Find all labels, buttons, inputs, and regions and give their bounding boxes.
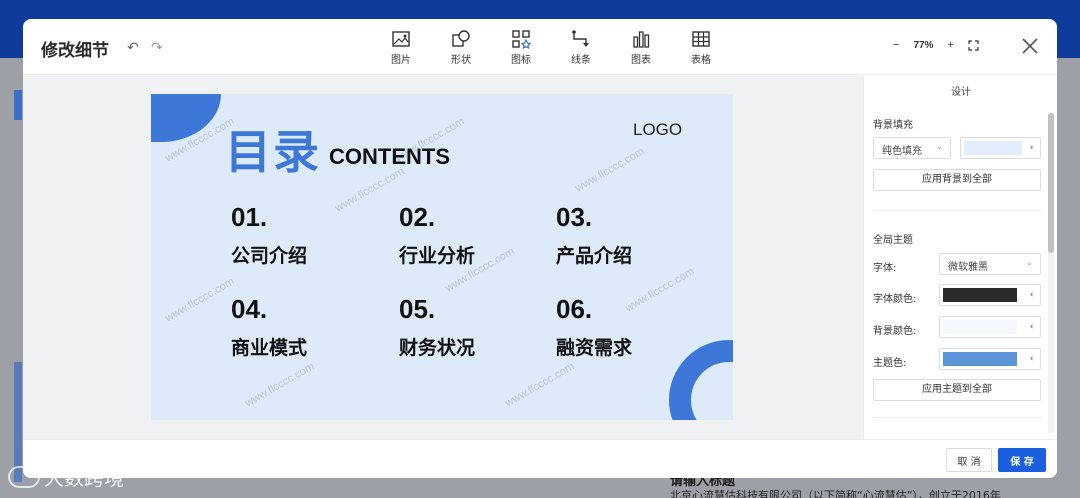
design-panel: 设计 背景填充 纯色填充 ⌄ ◐ 应用背景到全部 全局主题 字体: 微软雅黑 ⌄… bbox=[863, 75, 1057, 439]
font-select[interactable]: 微软雅黑 ⌄ bbox=[939, 253, 1041, 275]
tool-line[interactable]: 线条 bbox=[551, 29, 611, 66]
color-picker-icon: ◐ bbox=[1029, 353, 1035, 363]
zoom-out-button[interactable]: − bbox=[893, 39, 899, 51]
toc-label: 商业模式 bbox=[231, 337, 308, 359]
slide-preview[interactable]: www.flcccc.com www.flcccc.com www.flcccc… bbox=[151, 94, 733, 420]
bar-chart-icon bbox=[633, 31, 650, 48]
toc-number: 01. bbox=[231, 202, 268, 232]
background-decoration bbox=[14, 90, 22, 120]
tool-shape-label: 形状 bbox=[451, 55, 471, 66]
fullscreen-icon[interactable] bbox=[968, 39, 979, 51]
tool-icon-label: 图标 bbox=[511, 55, 531, 66]
slide-logo: LOGO bbox=[633, 120, 683, 139]
panel-divider bbox=[873, 417, 1041, 418]
color-swatch bbox=[943, 320, 1017, 334]
color-picker-icon: ◐ bbox=[1029, 289, 1035, 299]
zoom-in-button[interactable]: + bbox=[947, 39, 953, 51]
image-icon bbox=[392, 31, 410, 47]
bg-fill-color-picker[interactable]: ◐ bbox=[960, 137, 1041, 159]
toc-label: 公司介绍 bbox=[231, 245, 308, 267]
color-swatch bbox=[943, 288, 1017, 302]
zoom-controls: − 77% + bbox=[893, 39, 979, 51]
fill-type-select[interactable]: 纯色填充 ⌄ bbox=[873, 137, 951, 159]
connector-icon bbox=[572, 30, 589, 47]
cancel-button[interactable]: 取 消 bbox=[946, 448, 992, 472]
slide-watermark: www.flcccc.com bbox=[503, 360, 577, 410]
toc-item: 01. 公司介绍 bbox=[231, 202, 307, 268]
shape-icon bbox=[452, 30, 470, 47]
color-picker-icon: ◐ bbox=[1029, 321, 1035, 331]
theme-color-picker[interactable]: ◐ bbox=[939, 348, 1041, 370]
panel-title: 设计 bbox=[951, 87, 971, 98]
slide-watermark: www.flcccc.com bbox=[243, 360, 317, 410]
slide-watermark: www.flcccc.com bbox=[333, 165, 407, 215]
font-color-picker[interactable]: ◐ bbox=[939, 284, 1041, 306]
slide-watermark: www.flcccc.com bbox=[163, 275, 237, 325]
tool-image[interactable]: 图片 bbox=[371, 29, 431, 66]
toc-item: 04. 商业模式 bbox=[231, 294, 307, 360]
bg-color-picker[interactable]: ◐ bbox=[939, 316, 1041, 338]
toc-number: 06. bbox=[556, 294, 593, 324]
edit-details-modal: 修改细节 ↶ ↷ 图片 形状 图标 线条 图表 表格 − 77% + www.f… bbox=[23, 19, 1057, 478]
table-icon bbox=[692, 31, 710, 47]
chevron-down-icon: ⌄ bbox=[1025, 258, 1033, 268]
scrollbar-thumb[interactable] bbox=[1048, 113, 1054, 253]
font-color-label: 字体颜色: bbox=[873, 294, 917, 305]
color-picker-icon: ◐ bbox=[1029, 142, 1035, 152]
insert-toolbar: 图片 形状 图标 线条 图表 表格 bbox=[371, 29, 731, 66]
color-swatch bbox=[964, 141, 1022, 155]
tool-chart[interactable]: 图表 bbox=[611, 29, 671, 66]
font-value: 微软雅黑 bbox=[948, 262, 988, 273]
tool-table-label: 表格 bbox=[691, 55, 711, 66]
slide-subheading: CONTENTS bbox=[329, 144, 450, 169]
toc-label: 产品介绍 bbox=[556, 245, 633, 267]
toc-item: 06. 融资需求 bbox=[556, 294, 632, 360]
undo-icon[interactable]: ↶ bbox=[127, 39, 139, 56]
slide-watermark: www.flcccc.com bbox=[623, 265, 697, 315]
toc-number: 02. bbox=[399, 202, 436, 232]
modal-title: 修改细节 bbox=[41, 41, 109, 61]
theme-color-label: 主题色: bbox=[873, 358, 907, 369]
toc-number: 04. bbox=[231, 294, 268, 324]
icon-grid-icon bbox=[512, 30, 531, 49]
toc-label: 行业分析 bbox=[399, 245, 476, 267]
bg-fill-section-title: 背景填充 bbox=[873, 120, 913, 131]
fill-type-value: 纯色填充 bbox=[882, 146, 922, 157]
tool-line-label: 线条 bbox=[571, 55, 591, 66]
background-subtext: 北京心流慧估科技有限公司（以下简称“心流慧估”），创立于2016年 bbox=[670, 489, 1001, 498]
tool-icon[interactable]: 图标 bbox=[491, 29, 551, 66]
save-button[interactable]: 保 存 bbox=[998, 448, 1046, 472]
slide-canvas: www.flcccc.com www.flcccc.com www.flcccc… bbox=[23, 75, 863, 439]
modal-header: 修改细节 ↶ ↷ 图片 形状 图标 线条 图表 表格 − 77% + bbox=[23, 19, 1057, 75]
close-icon[interactable] bbox=[1018, 34, 1042, 58]
redo-icon[interactable]: ↷ bbox=[151, 39, 163, 56]
panel-divider bbox=[873, 210, 1041, 211]
toc-number: 03. bbox=[556, 202, 593, 232]
tool-chart-label: 图表 bbox=[631, 55, 651, 66]
tool-table[interactable]: 表格 bbox=[671, 29, 731, 66]
zoom-level: 77% bbox=[913, 39, 934, 51]
toc-label: 财务状况 bbox=[399, 337, 476, 359]
slide-watermark: www.flcccc.com bbox=[573, 145, 647, 195]
modal-footer: 取 消 保 存 bbox=[23, 439, 1057, 478]
bg-color-label: 背景颜色: bbox=[873, 326, 917, 337]
tool-image-label: 图片 bbox=[391, 55, 411, 66]
toc-item: 03. 产品介绍 bbox=[556, 202, 632, 268]
apply-theme-all-button[interactable]: 应用主题到全部 bbox=[873, 379, 1041, 401]
slide-ring-shape bbox=[669, 340, 733, 420]
chevron-down-icon: ⌄ bbox=[935, 142, 943, 152]
toc-number: 05. bbox=[399, 294, 436, 324]
color-swatch bbox=[943, 352, 1017, 366]
toc-item: 02. 行业分析 bbox=[399, 202, 475, 268]
toc-label: 融资需求 bbox=[556, 337, 633, 359]
slide-heading: 目录 bbox=[225, 125, 321, 179]
font-label: 字体: bbox=[873, 263, 897, 274]
panel-scrollbar[interactable] bbox=[1048, 113, 1054, 433]
apply-background-all-button[interactable]: 应用背景到全部 bbox=[873, 169, 1041, 191]
theme-section-title: 全局主题 bbox=[873, 235, 913, 246]
toc-item: 05. 财务状况 bbox=[399, 294, 475, 360]
tool-shape[interactable]: 形状 bbox=[431, 29, 491, 66]
